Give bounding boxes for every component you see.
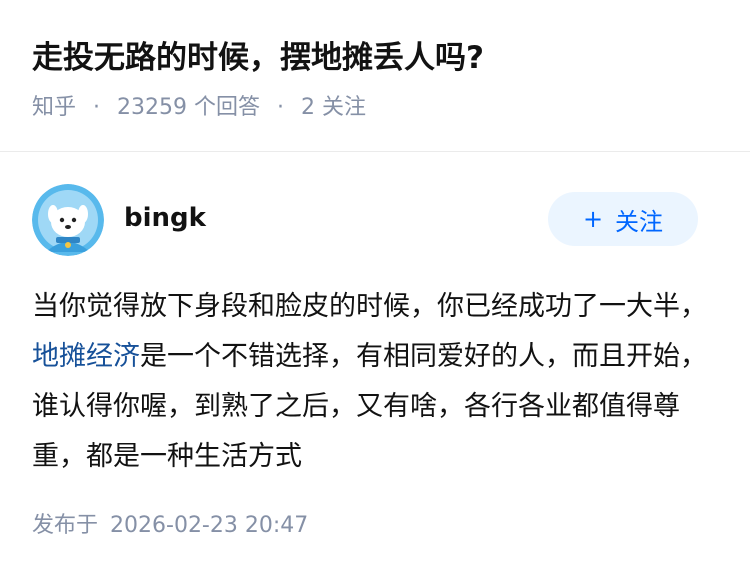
plus-icon: + bbox=[582, 205, 604, 233]
source-label[interactable]: 知乎 bbox=[32, 95, 76, 120]
publish-label: 发布于 bbox=[32, 513, 99, 538]
question-title[interactable]: 走投无路的时候，摆地摊丢人吗? bbox=[32, 36, 484, 80]
publish-info: 发布于 2026-02-23 20:47 bbox=[32, 510, 308, 542]
answer-count: 23259 bbox=[117, 95, 188, 120]
separator-dot: · bbox=[93, 95, 101, 120]
topic-link[interactable]: 地摊经济 bbox=[32, 341, 140, 372]
answer-count-label: 个回答 bbox=[194, 95, 261, 120]
dog-avatar-icon bbox=[32, 184, 104, 256]
publish-time: 2026-02-23 20:47 bbox=[110, 513, 309, 538]
avatar[interactable] bbox=[32, 184, 104, 256]
divider bbox=[0, 151, 750, 152]
separator-dot: · bbox=[277, 95, 285, 120]
author-name[interactable]: bingk bbox=[124, 200, 206, 236]
follow-count-label: 关注 bbox=[322, 95, 367, 120]
follow-button-label: 关注 bbox=[615, 207, 664, 236]
answer-content: 当你觉得放下身段和脸皮的时候，你已经成功了一大半，地摊经济是一个不错选择，有相同… bbox=[32, 282, 712, 482]
follow-count: 2 bbox=[301, 95, 316, 120]
follow-button[interactable]: + 关注 bbox=[548, 192, 698, 246]
question-meta: 知乎 · 23259 个回答 · 2 关注 bbox=[32, 92, 366, 124]
answer-text: 当你觉得放下身段和脸皮的时候，你已经成功了一大半， bbox=[32, 291, 707, 322]
